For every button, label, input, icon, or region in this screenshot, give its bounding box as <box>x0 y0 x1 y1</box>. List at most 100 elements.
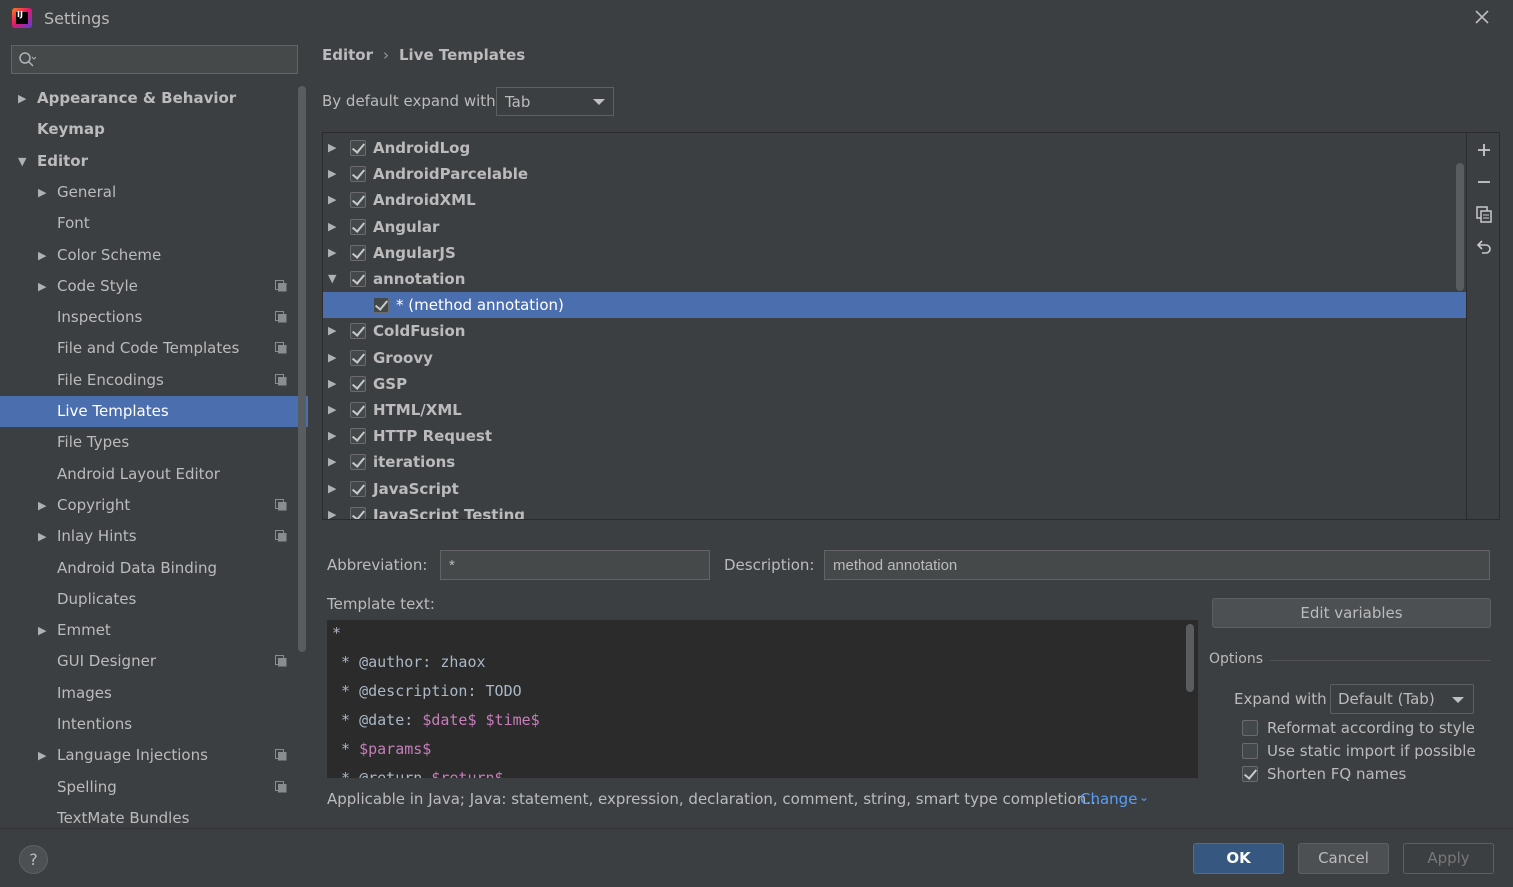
template-enabled-checkbox[interactable] <box>350 402 366 418</box>
collapsed-arrow-icon[interactable]: ▶ <box>328 397 336 423</box>
option-checkbox[interactable] <box>1242 766 1258 782</box>
settings-search-input[interactable] <box>11 45 298 74</box>
template-enabled-checkbox[interactable] <box>350 428 366 445</box>
template-text-editor[interactable]: * * @author: zhaox * @description: TODO … <box>327 620 1198 778</box>
template-group-row[interactable]: ▶ AndroidParcelable <box>323 161 1467 187</box>
sidebar-item[interactable]: File and Code Templates <box>0 333 308 364</box>
collapsed-arrow-icon[interactable]: ▶ <box>328 449 336 475</box>
template-group-row[interactable]: ▶ Angular <box>323 214 1467 240</box>
copy-template-button[interactable] <box>1473 203 1495 225</box>
chevron-down-icon[interactable]: ⌄ <box>1139 790 1149 804</box>
description-input[interactable] <box>824 550 1490 580</box>
template-group-row[interactable]: ▶ HTTP Request <box>323 423 1467 449</box>
sidebar-item[interactable]: Intentions <box>0 709 308 740</box>
template-enabled-checkbox[interactable] <box>350 480 366 497</box>
sidebar-item[interactable]: Font <box>0 208 308 239</box>
sidebar-item[interactable]: Images <box>0 678 308 709</box>
template-enabled-checkbox[interactable] <box>350 506 366 519</box>
sidebar-item[interactable]: ▶ Inlay Hints <box>0 521 308 552</box>
remove-template-button[interactable] <box>1473 171 1495 193</box>
template-enabled-checkbox[interactable] <box>350 454 366 471</box>
collapsed-arrow-icon[interactable]: ▶ <box>38 740 46 771</box>
collapsed-arrow-icon[interactable]: ▶ <box>328 502 336 519</box>
sidebar-item[interactable]: File Encodings <box>0 365 308 396</box>
collapsed-arrow-icon[interactable]: ▶ <box>328 476 336 502</box>
sidebar-item[interactable]: ▶ Color Scheme <box>0 240 308 271</box>
edit-variables-button[interactable]: Edit variables <box>1212 598 1491 628</box>
expand-with-select[interactable]: Default (Tab) <box>1330 684 1474 714</box>
collapsed-arrow-icon[interactable]: ▶ <box>328 371 336 397</box>
sidebar-item[interactable]: ▶ Emmet <box>0 615 308 646</box>
template-groups-list[interactable]: ▶ AndroidLog ▶ AndroidParcelable ▶ AndroidXML… <box>322 132 1500 520</box>
template-enabled-checkbox[interactable] <box>350 218 366 235</box>
template-list-scrollbar[interactable] <box>1456 163 1464 291</box>
collapsed-arrow-icon[interactable]: ▶ <box>18 83 26 114</box>
editor-scrollbar[interactable] <box>1186 624 1194 692</box>
sidebar-item[interactable]: ▶ Language Injections <box>0 740 308 771</box>
template-group-row[interactable]: ▶ HTML/XML <box>323 397 1467 423</box>
collapsed-arrow-icon[interactable]: ▶ <box>38 240 46 271</box>
cancel-button[interactable]: Cancel <box>1298 843 1389 874</box>
template-group-row[interactable]: ▶ Groovy <box>323 345 1467 371</box>
collapsed-arrow-icon[interactable]: ▶ <box>38 615 46 646</box>
collapsed-arrow-icon[interactable]: ▶ <box>328 214 336 240</box>
template-enabled-checkbox[interactable] <box>350 244 366 261</box>
template-enabled-checkbox[interactable] <box>373 297 389 314</box>
close-icon[interactable] <box>1471 6 1493 28</box>
sidebar-item[interactable]: Android Layout Editor <box>0 459 308 490</box>
template-enabled-checkbox[interactable] <box>350 192 366 209</box>
template-enabled-checkbox[interactable] <box>350 349 366 366</box>
template-group-row[interactable]: ▶ AngularJS <box>323 240 1467 266</box>
collapsed-arrow-icon[interactable]: ▶ <box>328 161 336 187</box>
collapsed-arrow-icon[interactable]: ▶ <box>38 271 46 302</box>
sidebar-item[interactable]: ▶ General <box>0 177 308 208</box>
sidebar-scrollbar[interactable] <box>298 86 306 652</box>
sidebar-item[interactable]: Inspections <box>0 302 308 333</box>
add-template-button[interactable] <box>1473 139 1495 161</box>
breadcrumb-parent[interactable]: Editor <box>322 46 373 64</box>
collapsed-arrow-icon[interactable]: ▶ <box>38 490 46 521</box>
change-contexts-link[interactable]: Change <box>1080 790 1137 808</box>
template-group-row[interactable]: ▶ JavaScript Testing <box>323 502 1467 519</box>
template-item-row[interactable]: * (method annotation) <box>323 292 1467 319</box>
template-group-row[interactable]: ▶ iterations <box>323 449 1467 475</box>
expanded-arrow-icon[interactable]: ▼ <box>328 266 336 292</box>
collapsed-arrow-icon[interactable]: ▶ <box>328 240 336 266</box>
sidebar-item[interactable]: Android Data Binding <box>0 553 308 584</box>
sidebar-item[interactable]: Keymap <box>0 114 308 145</box>
sidebar-item[interactable]: ▶ Appearance & Behavior <box>0 83 308 114</box>
sidebar-item[interactable]: ▶ Copyright <box>0 490 308 521</box>
template-group-row[interactable]: ▶ GSP <box>323 371 1467 397</box>
template-enabled-checkbox[interactable] <box>350 323 366 340</box>
apply-button[interactable]: Apply <box>1403 843 1494 874</box>
template-enabled-checkbox[interactable] <box>350 375 366 392</box>
template-enabled-checkbox[interactable] <box>350 271 366 287</box>
collapsed-arrow-icon[interactable]: ▶ <box>328 135 336 161</box>
collapsed-arrow-icon[interactable]: ▶ <box>38 177 46 208</box>
collapsed-arrow-icon[interactable]: ▶ <box>328 187 336 213</box>
sidebar-item[interactable]: Spelling <box>0 772 308 803</box>
option-checkbox[interactable] <box>1242 720 1258 736</box>
sidebar-item[interactable]: ▶ Code Style <box>0 271 308 302</box>
template-group-row[interactable]: ▶ AndroidXML <box>323 187 1467 213</box>
sidebar-item[interactable]: ▼ Editor <box>0 146 308 177</box>
template-enabled-checkbox[interactable] <box>350 140 366 156</box>
sidebar-item[interactable]: Live Templates <box>0 396 308 427</box>
collapsed-arrow-icon[interactable]: ▶ <box>328 345 336 371</box>
ok-button[interactable]: OK <box>1193 843 1284 874</box>
help-button[interactable]: ? <box>19 845 48 874</box>
sidebar-item[interactable]: GUI Designer <box>0 646 308 677</box>
sidebar-item[interactable]: Duplicates <box>0 584 308 615</box>
default-expand-select[interactable]: Tab <box>496 87 614 116</box>
expanded-arrow-icon[interactable]: ▼ <box>18 146 26 177</box>
restore-template-button[interactable] <box>1473 236 1495 258</box>
sidebar-item[interactable]: File Types <box>0 427 308 458</box>
abbreviation-input[interactable] <box>440 550 710 580</box>
option-checkbox[interactable] <box>1242 743 1258 759</box>
template-group-row[interactable]: ▶ AndroidLog <box>323 135 1467 161</box>
template-group-row[interactable]: ▼ annotation <box>323 266 1467 292</box>
collapsed-arrow-icon[interactable]: ▶ <box>38 521 46 552</box>
template-group-row[interactable]: ▶ ColdFusion <box>323 318 1467 344</box>
template-enabled-checkbox[interactable] <box>350 166 366 183</box>
collapsed-arrow-icon[interactable]: ▶ <box>328 318 336 344</box>
